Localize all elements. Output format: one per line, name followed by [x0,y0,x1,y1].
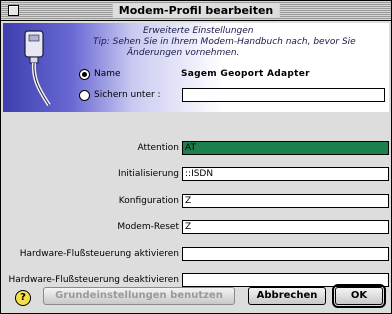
close-box[interactable] [8,5,19,16]
radio-sichern-option[interactable]: Sichern unter : [79,88,161,102]
help-icon[interactable]: ? [15,290,31,306]
initialisierung-label: Initialisierung [118,169,179,179]
konfiguration-label: Konfiguration [118,196,179,206]
radio-sichern-label: Sichern unter : [94,90,161,100]
initialisierung-input[interactable]: ::ISDN [182,167,389,181]
profile-name: Sagem Geoport Adapter [181,69,310,79]
radio-name-option[interactable]: Name [79,67,121,81]
use-defaults-button[interactable]: Grundeinstellungen benutzen [43,287,235,305]
field-row-attention: Attention AT [1,141,391,157]
flow-control-on-input[interactable] [182,247,389,261]
attention-input[interactable]: AT [182,141,389,155]
modem-cable-icon [24,30,51,107]
modem-reset-input[interactable]: Z [182,220,389,234]
modem-profile-dialog: Modem-Profil bearbeiten Erweiterte Einst… [0,0,392,314]
button-bar: ? Grundeinstellungen benutzen Abbrechen … [1,284,391,309]
konfiguration-input[interactable]: Z [182,194,389,208]
hint-line-3: Änderungen vornehmen. [127,48,240,58]
ok-button[interactable]: OK [332,284,386,308]
hint-line-1: Erweiterte Einstellungen [143,26,254,36]
field-row-initialisierung: Initialisierung ::ISDN [1,167,391,183]
modem-reset-label: Modem-Reset [117,222,179,232]
cancel-button[interactable]: Abbrechen [248,287,326,305]
radio-sichern-button[interactable] [79,89,90,101]
field-row-modem-reset: Modem-Reset Z [1,220,391,236]
field-row-flow-on: Hardware-Flußsteuerung aktivieren [1,247,391,263]
flow-control-off-label: Hardware-Flußsteuerung deaktivieren [8,275,179,285]
hint-text: Erweiterte Einstellungen Tip: Sehen Sie … [61,26,381,59]
field-row-konfiguration: Konfiguration Z [1,194,391,210]
radio-name-button[interactable] [79,68,90,80]
radio-name-label: Name [94,69,121,79]
flow-control-on-label: Hardware-Flußsteuerung aktivieren [19,249,179,259]
title-bar[interactable]: Modem-Profil bearbeiten [1,1,391,21]
attention-label: Attention [137,143,179,153]
window-title: Modem-Profil bearbeiten [112,3,280,18]
hint-line-2: Tip: Sehen Sie in Ihrem Modem-Handbuch n… [93,37,356,47]
save-as-input[interactable] [182,88,385,102]
